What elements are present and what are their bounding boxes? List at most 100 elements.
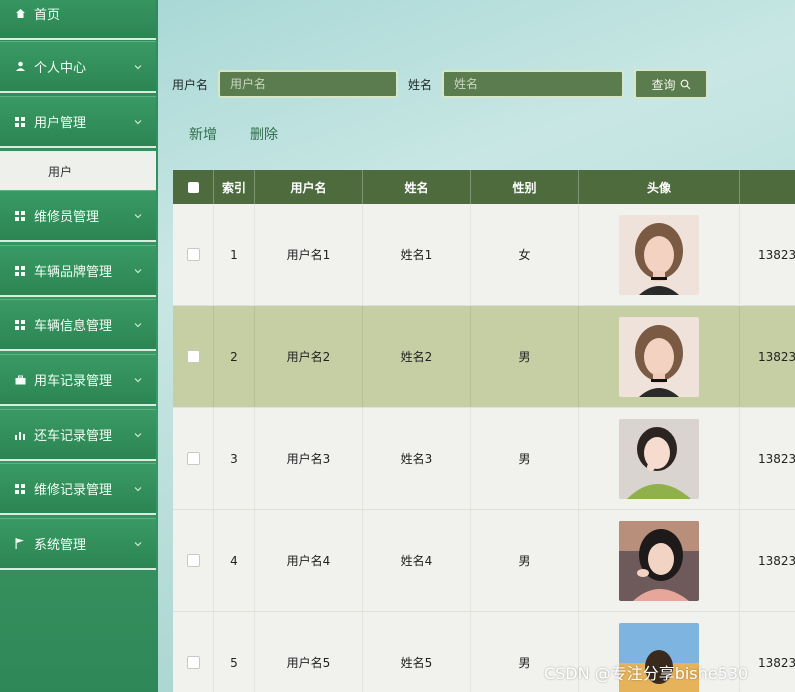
person-icon: [14, 61, 26, 73]
header-index: 索引: [214, 170, 255, 204]
sidebar-item-label: 维修记录管理: [34, 483, 113, 498]
cell-phone: 138238: [740, 408, 795, 509]
search-bar: 用户名 姓名 查询: [172, 68, 709, 100]
username-search-input[interactable]: [218, 70, 399, 98]
row-checkbox[interactable]: [186, 554, 200, 567]
header-select-all[interactable]: [173, 170, 214, 204]
flag-icon: [14, 538, 26, 550]
cell-username: 用户名4: [255, 510, 363, 611]
header-name: 姓名: [363, 170, 471, 204]
cell-phone: 138238: [740, 612, 795, 692]
sidebar-item-label: 系统管理: [34, 538, 87, 553]
table-row[interactable]: 2 用户名2 姓名2 男 138238: [173, 306, 795, 408]
cell-name: 姓名1: [363, 204, 471, 305]
cell-name: 姓名4: [363, 510, 471, 611]
cell-index: 2: [214, 306, 255, 407]
avatar[interactable]: [619, 316, 699, 397]
header-username: 用户名: [255, 170, 363, 204]
cell-username: 用户名3: [255, 408, 363, 509]
cell-username: 用户名5: [255, 612, 363, 692]
cell-name: 姓名2: [363, 306, 471, 407]
cell-gender: 男: [471, 408, 579, 509]
sidebar-item-label: 维修员管理: [34, 210, 100, 225]
row-checkbox[interactable]: [186, 248, 200, 261]
cell-gender: 男: [471, 306, 579, 407]
chevron-down-icon: [134, 64, 142, 69]
username-label: 用户名: [172, 77, 209, 92]
add-button[interactable]: 新增: [189, 124, 217, 144]
cell-gender: 女: [471, 204, 579, 305]
cell-username: 用户名1: [255, 204, 363, 305]
sidebar-item-label: 还车记录管理: [34, 429, 113, 444]
sidebar-subitem-label: 用户: [48, 164, 73, 179]
user-table: 索引 用户名 姓名 性别 头像 手 1 用户名1 姓名1 女 138238 2 …: [173, 170, 795, 692]
row-checkbox[interactable]: [186, 452, 200, 465]
search-button[interactable]: 查询: [634, 69, 709, 99]
sidebar-item-label: 车辆品牌管理: [34, 265, 113, 280]
chevron-down-icon: [134, 541, 142, 546]
avatar[interactable]: [619, 214, 699, 295]
briefcase-icon: [14, 374, 26, 386]
sidebar-item-return-records[interactable]: 还车记录管理: [0, 409, 156, 461]
sidebar-subitem-users[interactable]: 用户: [0, 151, 156, 191]
delete-button[interactable]: 删除: [250, 124, 278, 144]
bar-chart-icon: [14, 429, 26, 441]
chevron-down-icon: [134, 432, 142, 437]
table-row[interactable]: 3 用户名3 姓名3 男 138238: [173, 408, 795, 510]
search-button-label: 查询: [651, 77, 676, 92]
cell-username: 用户名2: [255, 306, 363, 407]
avatar[interactable]: [619, 520, 699, 601]
sidebar-item-repair-records[interactable]: 维修记录管理: [0, 463, 156, 515]
sidebar-item-home[interactable]: 首页: [0, 0, 156, 40]
sidebar-item-label: 个人中心: [34, 61, 87, 76]
cell-index: 3: [214, 408, 255, 509]
cell-name: 姓名3: [363, 408, 471, 509]
grid-icon: [14, 210, 26, 222]
sidebar-item-vehicle-brand[interactable]: 车辆品牌管理: [0, 245, 156, 297]
sidebar-item-label: 用车记录管理: [34, 374, 113, 389]
cell-index: 5: [214, 612, 255, 692]
cell-index: 1: [214, 204, 255, 305]
header-phone: 手: [740, 170, 795, 204]
sidebar: 首页 个人中心 用户管理 用户 维修员管理 车辆品牌管理 车辆信息管理 用车记录…: [0, 0, 158, 692]
home-icon: [14, 8, 26, 20]
sidebar-item-vehicle-info[interactable]: 车辆信息管理: [0, 299, 156, 351]
grid-icon: [14, 265, 26, 277]
row-checkbox[interactable]: [186, 350, 200, 363]
table-header: 索引 用户名 姓名 性别 头像 手: [173, 170, 795, 204]
row-checkbox[interactable]: [186, 656, 200, 669]
name-search-input[interactable]: [442, 70, 625, 98]
cell-phone: 138238: [740, 204, 795, 305]
search-icon: [680, 79, 690, 89]
cell-name: 姓名5: [363, 612, 471, 692]
header-gender: 性别: [471, 170, 579, 204]
cell-index: 4: [214, 510, 255, 611]
cell-gender: 男: [471, 510, 579, 611]
chevron-down-icon: [134, 213, 142, 218]
sidebar-item-personal-center[interactable]: 个人中心: [0, 41, 156, 93]
chevron-down-icon: [134, 119, 142, 124]
name-label: 姓名: [408, 77, 433, 92]
grid-icon: [14, 319, 26, 331]
chevron-down-icon: [134, 486, 142, 491]
cell-phone: 138238: [740, 510, 795, 611]
watermark: CSDN @专注分享bishe530: [544, 664, 749, 683]
chevron-down-icon: [134, 322, 142, 327]
sidebar-item-label: 首页: [34, 8, 61, 23]
grid-icon: [14, 483, 26, 495]
sidebar-item-repairer-management[interactable]: 维修员管理: [0, 190, 156, 242]
avatar[interactable]: [619, 418, 699, 499]
sidebar-item-label: 车辆信息管理: [34, 319, 113, 334]
table-row[interactable]: 4 用户名4 姓名4 男 138238: [173, 510, 795, 612]
table-row[interactable]: 1 用户名1 姓名1 女 138238: [173, 204, 795, 306]
cell-phone: 138238: [740, 306, 795, 407]
sidebar-item-label: 用户管理: [34, 116, 87, 131]
select-all-checkbox[interactable]: [187, 181, 199, 193]
sidebar-item-system-management[interactable]: 系统管理: [0, 518, 156, 570]
sidebar-item-usage-records[interactable]: 用车记录管理: [0, 354, 156, 406]
grid-icon: [14, 116, 26, 128]
chevron-down-icon: [134, 377, 142, 382]
header-avatar: 头像: [579, 170, 740, 204]
sidebar-item-user-management[interactable]: 用户管理: [0, 96, 156, 148]
chevron-down-icon: [134, 268, 142, 273]
